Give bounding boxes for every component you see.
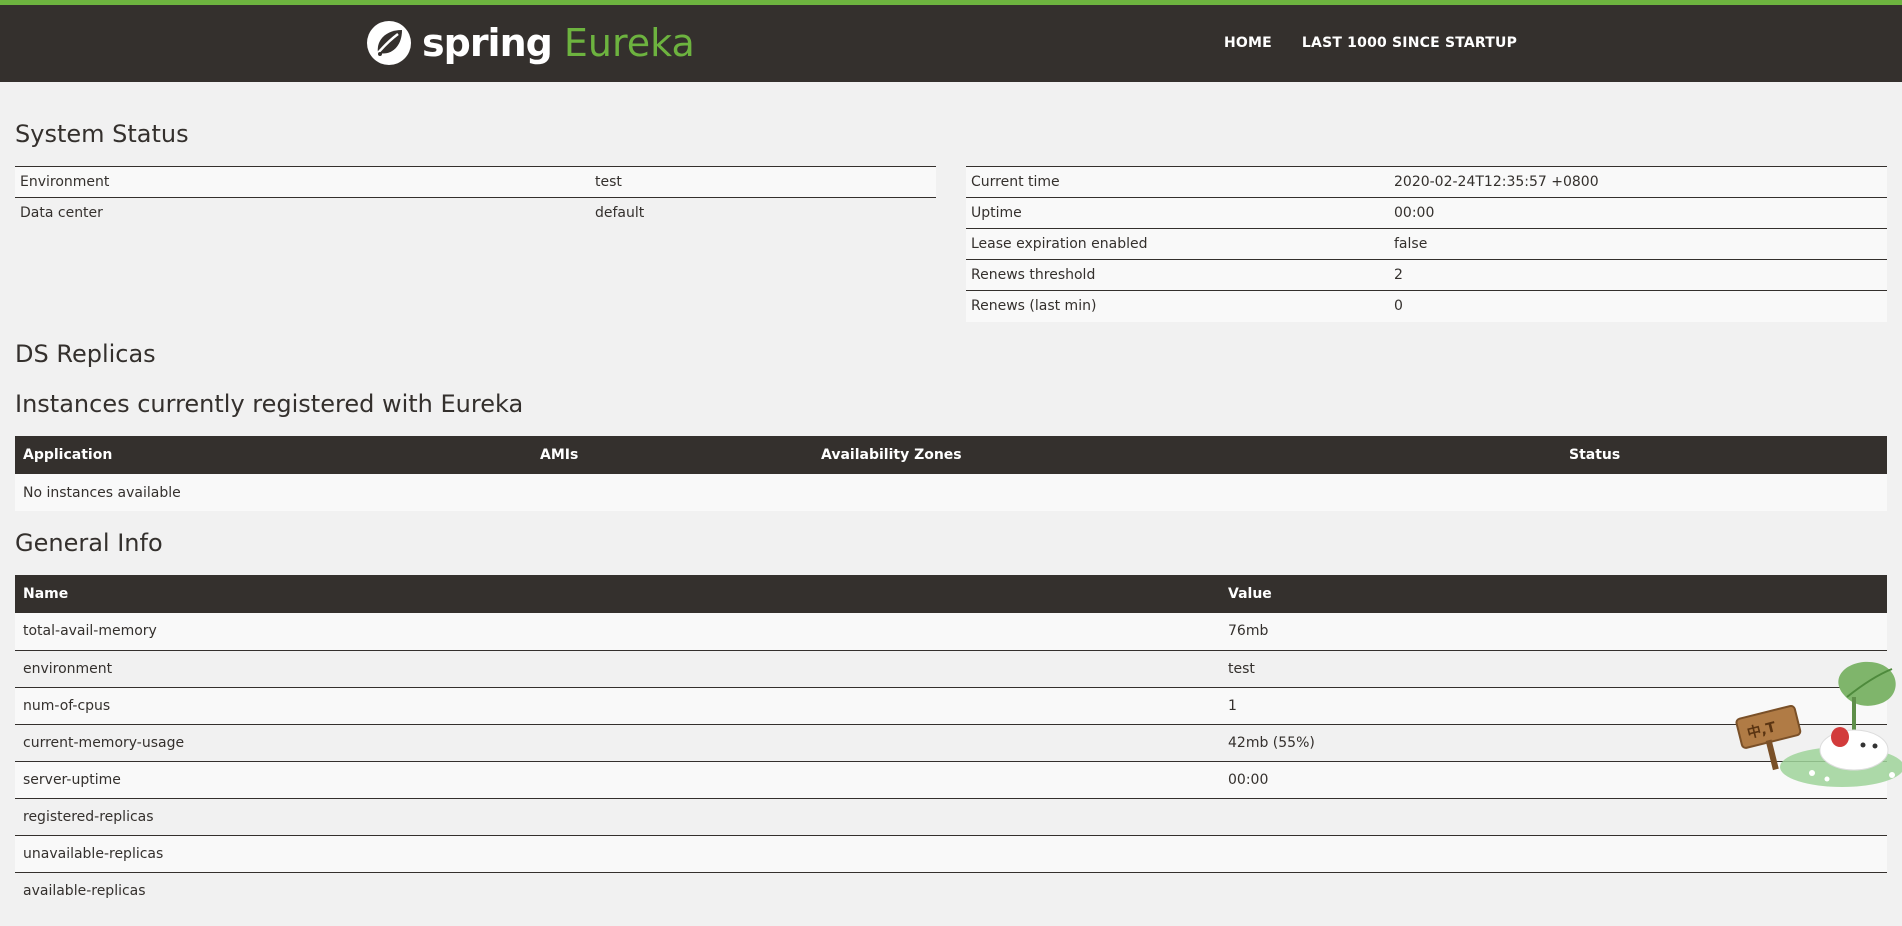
instances-title: Instances currently registered with Eure…: [15, 390, 524, 418]
info-name: total-avail-memory: [15, 613, 1220, 651]
nav-last-1000-link[interactable]: LAST 1000 SINCE STARTUP: [1302, 35, 1517, 51]
status-value: 00:00: [1389, 197, 1887, 229]
main-nav: HOME LAST 1000 SINCE STARTUP: [1224, 35, 1547, 51]
status-value: 0: [1389, 290, 1887, 322]
general-info-title: General Info: [15, 529, 163, 557]
table-row: unavailable-replicas: [15, 835, 1887, 873]
table-row: server-uptime 00:00: [15, 761, 1887, 799]
status-name: Renews threshold: [966, 259, 1389, 291]
table-row: total-avail-memory 76mb: [15, 613, 1887, 651]
info-name: available-replicas: [15, 872, 1220, 909]
mascot-sticker-icon[interactable]: 中,T: [1732, 655, 1902, 790]
info-name: environment: [15, 650, 1220, 688]
system-status-right-table: Current time 2020-02-24T12:35:57 +0800 U…: [966, 166, 1887, 322]
table-row: current-memory-usage 42mb (55%): [15, 724, 1887, 762]
table-row: Environment test: [15, 166, 936, 198]
no-instances-message: No instances available: [15, 474, 1887, 511]
info-value: [1220, 872, 1887, 909]
info-name: current-memory-usage: [15, 724, 1220, 762]
info-name: num-of-cpus: [15, 687, 1220, 725]
status-name: Lease expiration enabled: [966, 228, 1389, 260]
table-row: Uptime 00:00: [966, 197, 1887, 229]
table-row: available-replicas: [15, 872, 1887, 909]
status-value: 2: [1389, 259, 1887, 291]
info-name: registered-replicas: [15, 798, 1220, 836]
brand-spring-text: spring: [422, 21, 553, 65]
table-row: num-of-cpus 1: [15, 687, 1887, 725]
status-value: false: [1389, 228, 1887, 260]
column-header-status: Status: [1561, 436, 1887, 474]
table-header-row: Name Value: [15, 575, 1887, 613]
status-value: test: [590, 166, 936, 198]
table-row: Renews (last min) 0: [966, 290, 1887, 322]
table-header-row: Application AMIs Availability Zones Stat…: [15, 436, 1887, 474]
nav-home-link[interactable]: HOME: [1224, 35, 1272, 51]
status-name: Data center: [15, 197, 590, 229]
info-value: 76mb: [1220, 613, 1887, 651]
spring-leaf-icon: [367, 21, 411, 65]
brand-eureka-text: Eureka: [563, 21, 695, 65]
status-name: Current time: [966, 166, 1389, 198]
status-value: 2020-02-24T12:35:57 +0800: [1389, 166, 1887, 198]
system-status-left-table: Environment test Data center default: [15, 166, 936, 229]
status-value: default: [590, 197, 936, 229]
table-row: No instances available: [15, 474, 1887, 511]
info-value: [1220, 835, 1887, 873]
system-status-title: System Status: [15, 120, 189, 148]
column-header-application: Application: [15, 436, 532, 474]
ds-replicas-title: DS Replicas: [15, 340, 156, 368]
info-value: [1220, 798, 1887, 836]
top-navbar: spring Eureka HOME LAST 1000 SINCE START…: [0, 0, 1902, 82]
table-row: Data center default: [15, 197, 936, 229]
status-name: Environment: [15, 166, 590, 198]
table-row: Lease expiration enabled false: [966, 228, 1887, 260]
column-header-availability-zones: Availability Zones: [813, 436, 1561, 474]
general-info-table: Name Value total-avail-memory 76mb envir…: [15, 575, 1887, 909]
instances-table: Application AMIs Availability Zones Stat…: [15, 436, 1887, 511]
table-row: registered-replicas: [15, 798, 1887, 836]
table-row: environment test: [15, 650, 1887, 688]
info-name: server-uptime: [15, 761, 1220, 799]
info-name: unavailable-replicas: [15, 835, 1220, 873]
column-header-value: Value: [1220, 575, 1887, 613]
brand-logo[interactable]: spring Eureka: [366, 18, 695, 68]
column-header-name: Name: [15, 575, 1220, 613]
table-row: Renews threshold 2: [966, 259, 1887, 291]
status-name: Uptime: [966, 197, 1389, 229]
status-name: Renews (last min): [966, 290, 1389, 322]
table-row: Current time 2020-02-24T12:35:57 +0800: [966, 166, 1887, 198]
column-header-amis: AMIs: [532, 436, 813, 474]
